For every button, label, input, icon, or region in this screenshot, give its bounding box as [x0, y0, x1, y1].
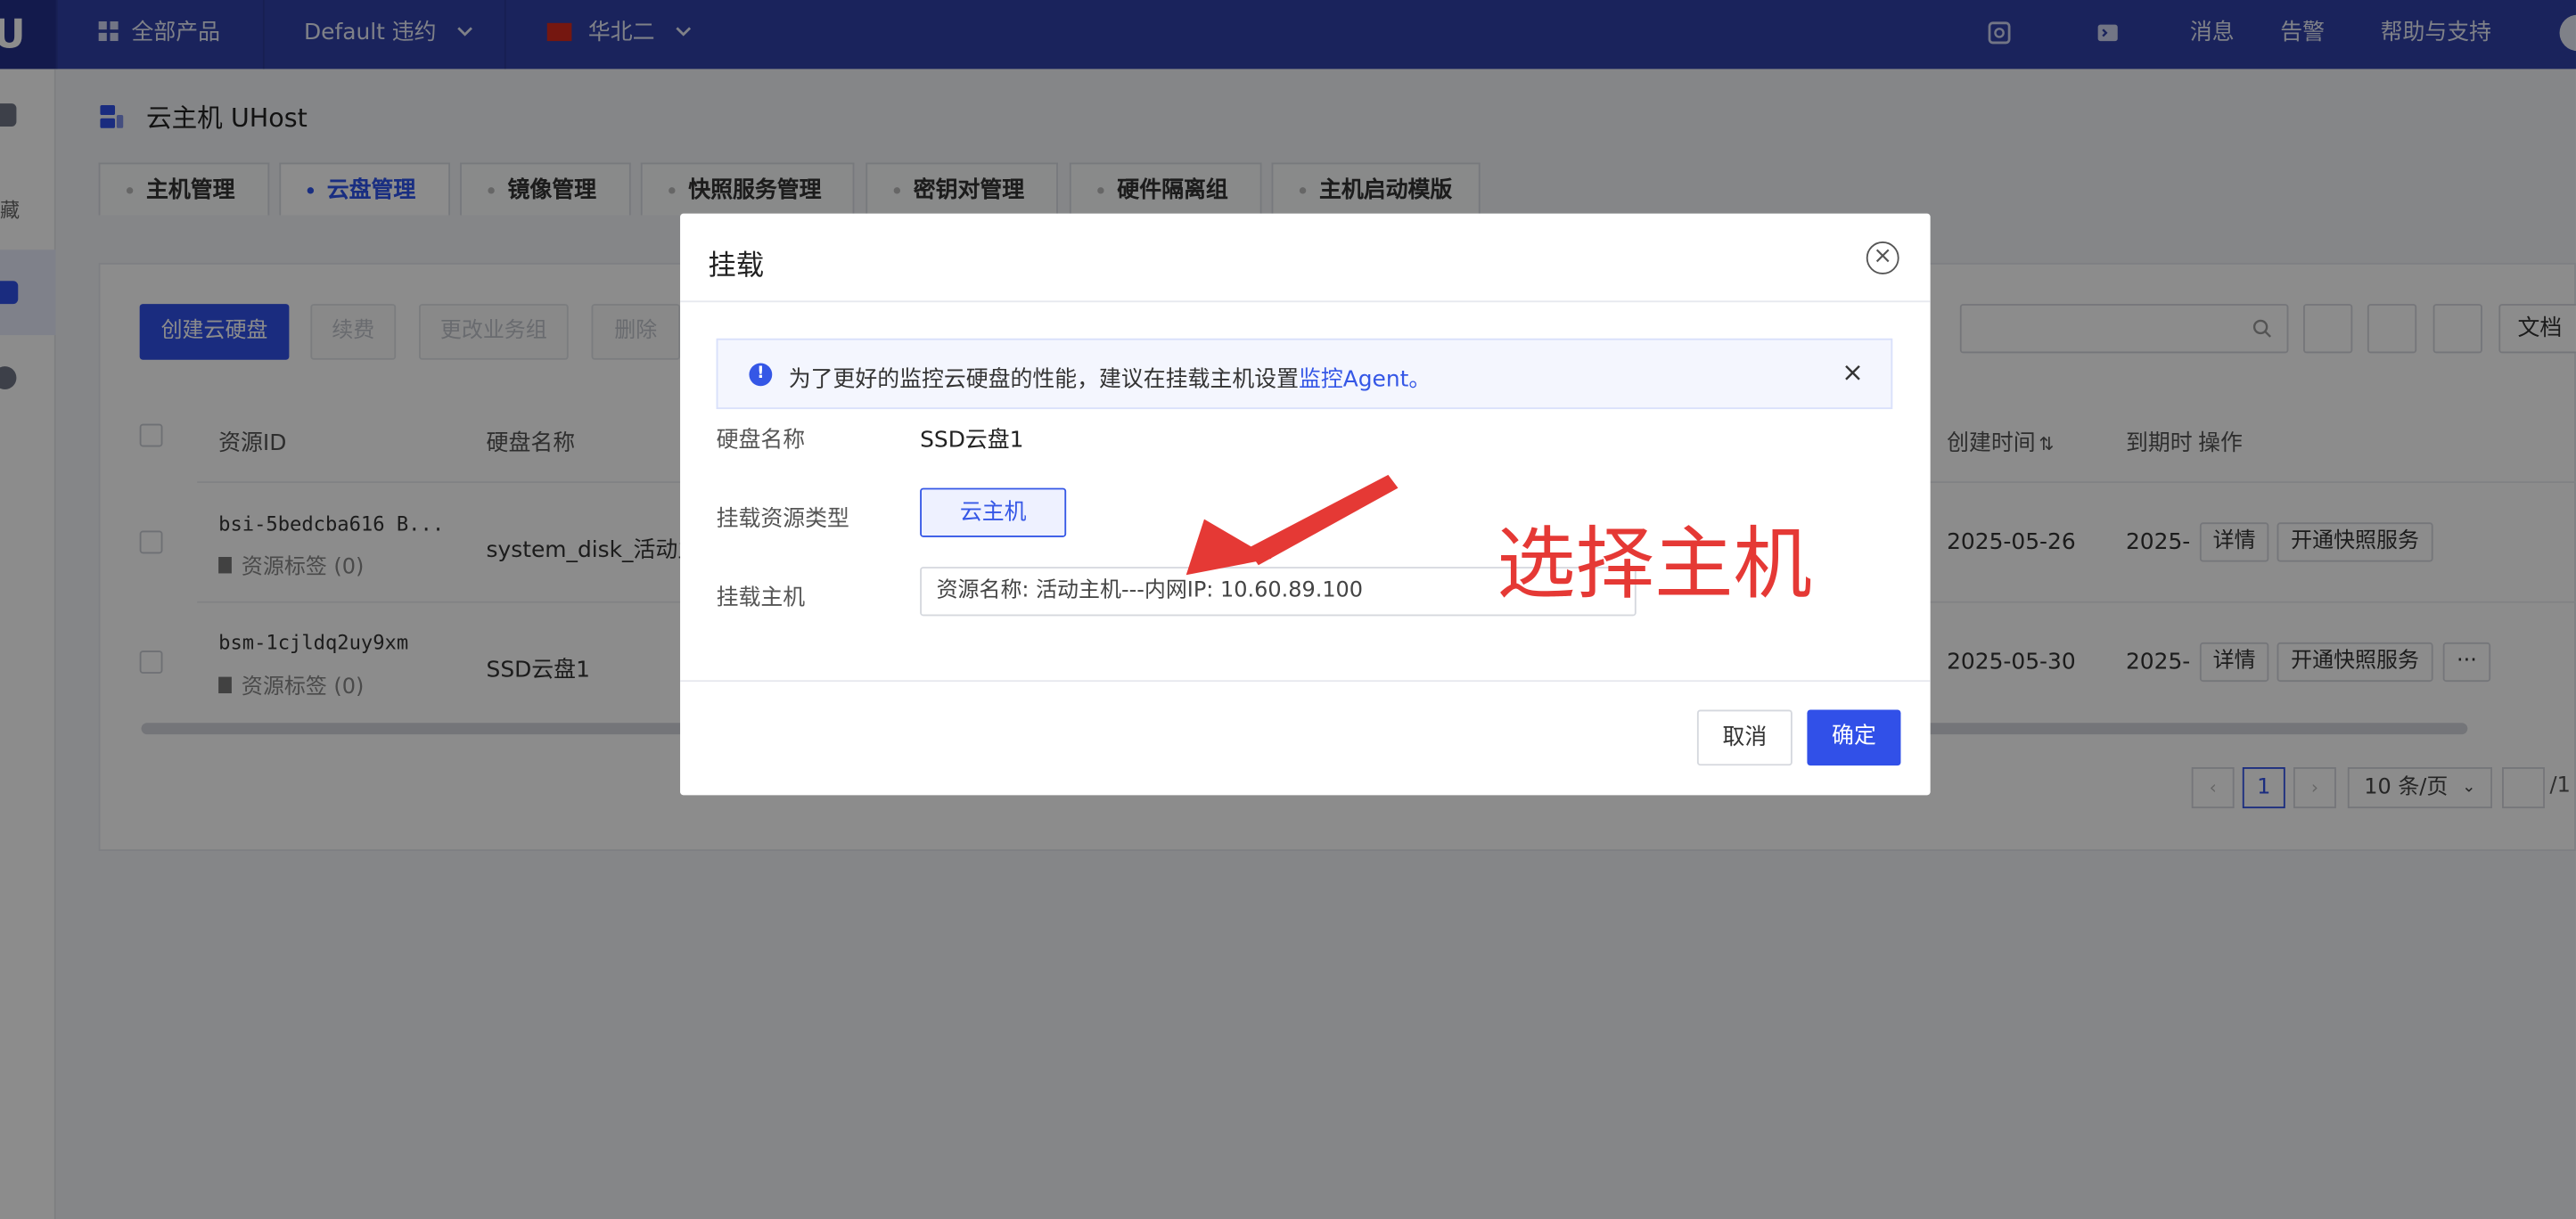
info-icon: ! [749, 363, 773, 387]
monitor-agent-notice: ! 为了更好的监控云硬盘的性能，建议在挂载主机设置监控Agent。 × [716, 338, 1893, 410]
close-icon[interactable]: × [1866, 241, 1899, 274]
attach-disk-modal: 挂载 × ! 为了更好的监控云硬盘的性能，建议在挂载主机设置监控Agent。 ×… [680, 213, 1931, 796]
notice-text: 为了更好的监控云硬盘的性能，建议在挂载主机设置监控Agent。 [788, 360, 1432, 393]
resource-type-label: 挂载资源类型 [716, 505, 849, 533]
host-select-value: 资源名称: 活动主机---内网IP: 10.60.89.100 [936, 577, 1364, 603]
close-icon[interactable]: × [1842, 356, 1864, 388]
app-root: U 全部产品 Default 违约 华北二 消息 告警 帮助与支持 藏 [0, 0, 2576, 1219]
cancel-button[interactable]: 取消 [1696, 709, 1793, 766]
resource-type-uhost-option[interactable]: 云主机 [920, 487, 1067, 537]
monitor-agent-link[interactable]: 监控Agent [1299, 366, 1408, 392]
modal-title: 挂载 [708, 250, 765, 283]
disk-name-label: 硬盘名称 [716, 427, 806, 454]
confirm-button[interactable]: 确定 [1807, 709, 1901, 766]
host-label: 挂载主机 [716, 585, 806, 611]
notice-message: 为了更好的监控云硬盘的性能，建议在挂载主机设置 [788, 366, 1299, 393]
notice-end: 。 [1408, 366, 1432, 393]
disk-name-value: SSD云盘1 [920, 427, 1024, 454]
annotation-label: 选择主机 [1497, 519, 1812, 611]
